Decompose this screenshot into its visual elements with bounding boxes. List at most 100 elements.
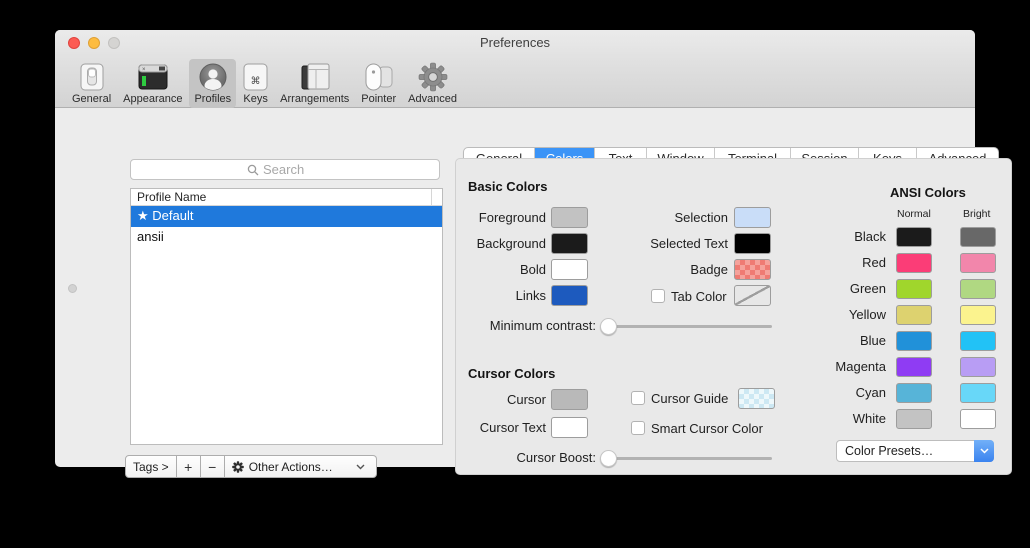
ansi-white-normal-well[interactable] xyxy=(896,409,932,429)
toolbar-item-pointer[interactable]: Pointer xyxy=(356,59,401,108)
minimum-contrast-slider-track[interactable] xyxy=(604,325,772,328)
minimum-contrast-slider-knob[interactable] xyxy=(600,318,617,335)
ansi-red-normal-well[interactable] xyxy=(896,253,932,273)
cursor-text-label: Cursor Text xyxy=(456,420,546,435)
toolbar-item-arrangements[interactable]: Arrangements xyxy=(275,59,354,108)
background-color-well[interactable] xyxy=(551,233,588,254)
toolbar-item-keys[interactable]: ⌘ Keys xyxy=(238,59,273,108)
ansi-row-label: Blue xyxy=(816,333,886,348)
title-bar: Preferences xyxy=(55,30,975,56)
tags-button[interactable]: Tags > xyxy=(125,455,177,478)
ansi-cyan-normal-well[interactable] xyxy=(896,383,932,403)
background-label: Background xyxy=(456,236,546,251)
ansi-row-label: Red xyxy=(816,255,886,270)
arrangements-icon xyxy=(300,61,330,92)
tab-color-label: Tab Color xyxy=(671,289,727,304)
search-input[interactable] xyxy=(263,162,323,177)
smart-cursor-color-checkbox[interactable] xyxy=(631,421,645,435)
ansi-green-normal-well[interactable] xyxy=(896,279,932,299)
color-presets-label: Color Presets… xyxy=(845,444,933,458)
preferences-window: Preferences General × Appearance Profile… xyxy=(55,30,975,467)
ansi-bright-column-header: Bright xyxy=(963,208,990,220)
chevron-down-icon xyxy=(356,464,365,470)
toolbar-label: General xyxy=(72,93,111,105)
links-color-well[interactable] xyxy=(551,285,588,306)
gear-icon xyxy=(232,461,244,473)
ansi-blue-normal-well[interactable] xyxy=(896,331,932,351)
cursor-color-well[interactable] xyxy=(551,389,588,410)
ansi-row-label: Magenta xyxy=(816,359,886,374)
dropdown-cap xyxy=(974,440,994,462)
chevron-down-icon xyxy=(980,448,989,454)
other-actions-label: Other Actions… xyxy=(249,460,333,474)
cursor-boost-label: Cursor Boost: xyxy=(456,450,596,465)
ansi-red-bright-well[interactable] xyxy=(960,253,996,273)
selected-text-label: Selected Text xyxy=(628,236,728,251)
ansi-black-bright-well[interactable] xyxy=(960,227,996,247)
window-title: Preferences xyxy=(55,35,975,50)
toolbar-label: Appearance xyxy=(123,93,182,105)
general-icon xyxy=(80,61,104,92)
toolbar-label: Advanced xyxy=(408,93,457,105)
ansi-white-bright-well[interactable] xyxy=(960,409,996,429)
toolbar-item-advanced[interactable]: Advanced xyxy=(403,59,462,108)
ansi-magenta-normal-well[interactable] xyxy=(896,357,932,377)
badge-label: Badge xyxy=(628,262,728,277)
advanced-icon xyxy=(418,61,448,92)
ansi-yellow-bright-well[interactable] xyxy=(960,305,996,325)
search-icon xyxy=(247,164,259,176)
remove-profile-button[interactable]: − xyxy=(201,455,225,478)
toolbar-label: Profiles xyxy=(194,93,231,105)
profile-row-ansii[interactable]: ansii xyxy=(131,227,442,248)
toolbar-item-general[interactable]: General xyxy=(67,59,116,108)
toolbar-item-profiles[interactable]: Profiles xyxy=(189,59,236,108)
scrollbar-column xyxy=(431,189,442,205)
ansi-green-bright-well[interactable] xyxy=(960,279,996,299)
bold-color-well[interactable] xyxy=(551,259,588,280)
cursor-boost-slider-track[interactable] xyxy=(604,457,772,460)
toolbar-label: Pointer xyxy=(361,93,396,105)
profile-row-default[interactable]: ★ Default xyxy=(131,206,442,227)
svg-text:⌘: ⌘ xyxy=(251,76,261,87)
cursor-boost-slider-knob[interactable] xyxy=(600,450,617,467)
tab-color-well[interactable] xyxy=(734,285,771,306)
bold-label: Bold xyxy=(456,262,546,277)
cursor-guide-checkbox[interactable] xyxy=(631,391,645,405)
ansi-cyan-bright-well[interactable] xyxy=(960,383,996,403)
ansi-colors-heading: ANSI Colors xyxy=(890,185,966,200)
profile-list-header[interactable]: Profile Name xyxy=(131,189,442,206)
basic-colors-heading: Basic Colors xyxy=(468,179,547,194)
links-label: Links xyxy=(456,288,546,303)
selection-color-well[interactable] xyxy=(734,207,771,228)
screen-background: Preferences General × Appearance Profile… xyxy=(0,0,1030,548)
color-presets-dropdown[interactable]: Color Presets… xyxy=(836,440,994,462)
foreground-label: Foreground xyxy=(456,210,546,225)
ansi-blue-bright-well[interactable] xyxy=(960,331,996,351)
cursor-label: Cursor xyxy=(456,392,546,407)
foreground-color-well[interactable] xyxy=(551,207,588,228)
cursor-guide-label: Cursor Guide xyxy=(651,391,728,406)
toolbar-item-appearance[interactable]: × Appearance xyxy=(118,59,187,108)
ansi-row-label: Cyan xyxy=(816,385,886,400)
ansi-normal-column-header: Normal xyxy=(897,208,931,220)
badge-color-well[interactable] xyxy=(734,259,771,280)
cursor-colors-heading: Cursor Colors xyxy=(468,366,555,381)
ansi-black-normal-well[interactable] xyxy=(896,227,932,247)
cursor-guide-color-well[interactable] xyxy=(738,388,775,409)
profiles-icon xyxy=(198,61,228,92)
profile-list: Profile Name ★ Default ansii xyxy=(130,188,443,445)
other-actions-dropdown[interactable]: Other Actions… xyxy=(225,455,377,478)
tab-color-checkbox[interactable] xyxy=(651,289,665,303)
selection-label: Selection xyxy=(628,210,728,225)
window-edge-dot xyxy=(68,284,77,293)
toolbar-label: Arrangements xyxy=(280,93,349,105)
selected-text-color-well[interactable] xyxy=(734,233,771,254)
ansi-yellow-normal-well[interactable] xyxy=(896,305,932,325)
ansi-magenta-bright-well[interactable] xyxy=(960,357,996,377)
search-field[interactable] xyxy=(130,159,440,180)
cursor-text-color-well[interactable] xyxy=(551,417,588,438)
svg-text:×: × xyxy=(142,67,146,73)
toolbar-label: Keys xyxy=(243,93,267,105)
keys-icon: ⌘ xyxy=(243,61,268,92)
add-profile-button[interactable]: + xyxy=(177,455,201,478)
